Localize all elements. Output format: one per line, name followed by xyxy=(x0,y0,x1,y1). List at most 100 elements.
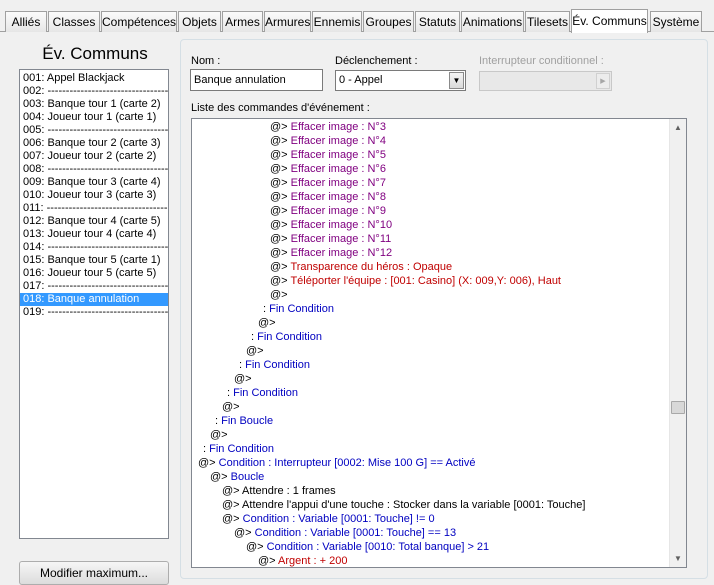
command-row[interactable]: : Fin Condition xyxy=(192,358,670,372)
vertical-scrollbar[interactable]: ▲ ▼ xyxy=(669,119,686,567)
list-item[interactable]: 006: Banque tour 2 (carte 3) xyxy=(20,137,168,150)
command-text: Effacer image : N°7 xyxy=(290,177,386,189)
command-row[interactable]: @> Effacer image : N°5 xyxy=(192,148,670,162)
name-field[interactable]: Banque annulation xyxy=(190,69,323,91)
list-item[interactable]: 009: Banque tour 3 (carte 4) xyxy=(20,176,168,189)
command-text: Attendre l'appui d'une touche : Stocker … xyxy=(242,499,586,511)
tab-2[interactable]: Compétences xyxy=(101,11,177,32)
command-row[interactable]: @> Effacer image : N°11 xyxy=(192,232,670,246)
command-text: Effacer image : N°12 xyxy=(290,247,393,259)
command-marker: @> xyxy=(222,401,240,413)
list-item[interactable]: 013: Joueur tour 4 (carte 4) xyxy=(20,228,168,241)
tab-1[interactable]: Classes xyxy=(48,11,100,32)
command-row[interactable]: @> xyxy=(192,316,670,330)
command-text: Attendre : 1 frames xyxy=(242,485,336,497)
tab-8[interactable]: Statuts xyxy=(415,11,460,32)
scrollbar-thumb[interactable] xyxy=(671,401,685,414)
command-text: Fin Boucle xyxy=(221,415,274,427)
commands-label: Liste des commandes d'événement : xyxy=(191,102,370,114)
command-row[interactable]: : Fin Condition xyxy=(192,330,670,344)
list-item[interactable]: 008: -----------------------------------… xyxy=(20,163,168,176)
command-row[interactable]: @> Attendre l'appui d'une touche : Stock… xyxy=(192,498,670,512)
command-row[interactable]: : Fin Condition xyxy=(192,302,670,316)
tab-10[interactable]: Tilesets xyxy=(525,11,570,32)
tab-bar: Alliés Classes Compétences Objets Armes Armur… xyxy=(0,0,714,33)
command-row[interactable]: @> Condition : Variable [0010: Total ban… xyxy=(192,540,670,554)
command-text: Téléporter l'équipe : [001: Casino] (X: … xyxy=(290,275,561,287)
tab-3[interactable]: Objets xyxy=(178,11,221,32)
command-row[interactable]: @> Effacer image : N°12 xyxy=(192,246,670,260)
command-marker: @> xyxy=(258,317,276,329)
command-row[interactable]: @> xyxy=(192,372,670,386)
event-commands-list[interactable]: @> Effacer image : N°3 @> Effacer image :… xyxy=(191,118,687,568)
command-row[interactable]: @> Argent : + 200 xyxy=(192,554,670,567)
list-item[interactable]: 004: Joueur tour 1 (carte 1) xyxy=(20,111,168,124)
command-row[interactable]: @> Effacer image : N°3 xyxy=(192,120,670,134)
list-item[interactable]: 012: Banque tour 4 (carte 5) xyxy=(20,215,168,228)
list-item[interactable]: 016: Joueur tour 5 (carte 5) xyxy=(20,267,168,280)
command-row[interactable]: @> Effacer image : N°7 xyxy=(192,176,670,190)
command-text: Condition : Variable [0001: Touche] == 1… xyxy=(254,527,457,539)
list-item[interactable]: 002: -----------------------------------… xyxy=(20,85,168,98)
command-text: Condition : Interrupteur [0002: Mise 100… xyxy=(218,457,476,469)
panel-title: Év. Communs xyxy=(42,44,148,63)
list-item[interactable]: 018: Banque annulation xyxy=(20,293,168,306)
chevron-down-icon[interactable]: ▼ xyxy=(449,72,464,89)
command-marker: @> xyxy=(270,177,288,189)
command-row[interactable]: @> Effacer image : N°9 xyxy=(192,204,670,218)
arrow-down-icon[interactable]: ▼ xyxy=(670,550,686,567)
trigger-select[interactable]: 0 - Appel ▼ xyxy=(335,70,466,91)
command-row[interactable]: @> Condition : Interrupteur [0002: Mise … xyxy=(192,456,670,470)
command-row[interactable]: @> xyxy=(192,428,670,442)
conditional-switch-label: Interrupteur conditionnel : xyxy=(479,55,604,67)
command-row[interactable]: : Fin Boucle xyxy=(192,414,670,428)
list-item[interactable]: 003: Banque tour 1 (carte 2) xyxy=(20,98,168,111)
tab-5[interactable]: Armures xyxy=(264,11,311,32)
command-row[interactable]: @> xyxy=(192,288,670,302)
command-text: Transparence du héros : Opaque xyxy=(290,261,453,273)
command-marker: @> xyxy=(270,289,288,301)
command-marker: @> xyxy=(198,457,216,469)
list-item[interactable]: 017: -----------------------------------… xyxy=(20,280,168,293)
tab-12[interactable]: Système xyxy=(650,11,702,32)
command-text: Fin Condition xyxy=(245,359,310,371)
tab-4[interactable]: Armes xyxy=(222,11,263,32)
command-row[interactable]: @> Attendre : 1 frames xyxy=(192,484,670,498)
command-row[interactable]: @> Effacer image : N°6 xyxy=(192,162,670,176)
list-item[interactable]: 014: -----------------------------------… xyxy=(20,241,168,254)
command-row[interactable]: @> Effacer image : N°4 xyxy=(192,134,670,148)
list-item[interactable]: 001: Appel Blackjack xyxy=(20,72,168,85)
tab-7[interactable]: Groupes xyxy=(363,11,414,32)
command-row[interactable]: @> Condition : Variable [0001: Touche] !… xyxy=(192,512,670,526)
arrow-up-icon[interactable]: ▲ xyxy=(670,119,686,136)
tab-9[interactable]: Animations xyxy=(461,11,524,32)
command-row[interactable]: @> xyxy=(192,344,670,358)
command-marker: @> xyxy=(270,163,288,175)
command-row[interactable]: @> xyxy=(192,400,670,414)
tab-0[interactable]: Alliés xyxy=(5,11,47,32)
command-text: Effacer image : N°9 xyxy=(290,205,386,217)
command-marker: @> xyxy=(270,219,288,231)
list-item[interactable]: 005: -----------------------------------… xyxy=(20,124,168,137)
list-item[interactable]: 019: -----------------------------------… xyxy=(20,306,168,319)
command-text: Effacer image : N°6 xyxy=(290,163,386,175)
common-events-list[interactable]: 001: Appel Blackjack 002: ---------------… xyxy=(19,69,169,539)
command-row[interactable]: @> Téléporter l'équipe : [001: Casino] (… xyxy=(192,274,670,288)
change-maximum-button[interactable]: Modifier maximum... xyxy=(19,561,169,585)
command-row[interactable]: @> Transparence du héros : Opaque xyxy=(192,260,670,274)
command-row[interactable]: : Fin Condition xyxy=(192,442,670,456)
list-item[interactable]: 011: -----------------------------------… xyxy=(20,202,168,215)
list-item[interactable]: 010: Joueur tour 3 (carte 3) xyxy=(20,189,168,202)
command-row[interactable]: @> Condition : Variable [0001: Touche] =… xyxy=(192,526,670,540)
list-item[interactable]: 007: Joueur tour 2 (carte 2) xyxy=(20,150,168,163)
tab-6[interactable]: Ennemis xyxy=(312,11,362,32)
command-row[interactable]: @> Effacer image : N°10 xyxy=(192,218,670,232)
list-item[interactable]: 015: Banque tour 5 (carte 1) xyxy=(20,254,168,267)
command-row[interactable]: @> Boucle xyxy=(192,470,670,484)
command-marker: @> xyxy=(270,247,288,259)
command-row[interactable]: : Fin Condition xyxy=(192,386,670,400)
command-row[interactable]: @> Effacer image : N°8 xyxy=(192,190,670,204)
command-marker: @> xyxy=(210,471,228,483)
event-editor-panel: Nom : Banque annulation Déclenchement : … xyxy=(180,39,708,579)
tab-11[interactable]: Év. Communs xyxy=(571,9,648,33)
